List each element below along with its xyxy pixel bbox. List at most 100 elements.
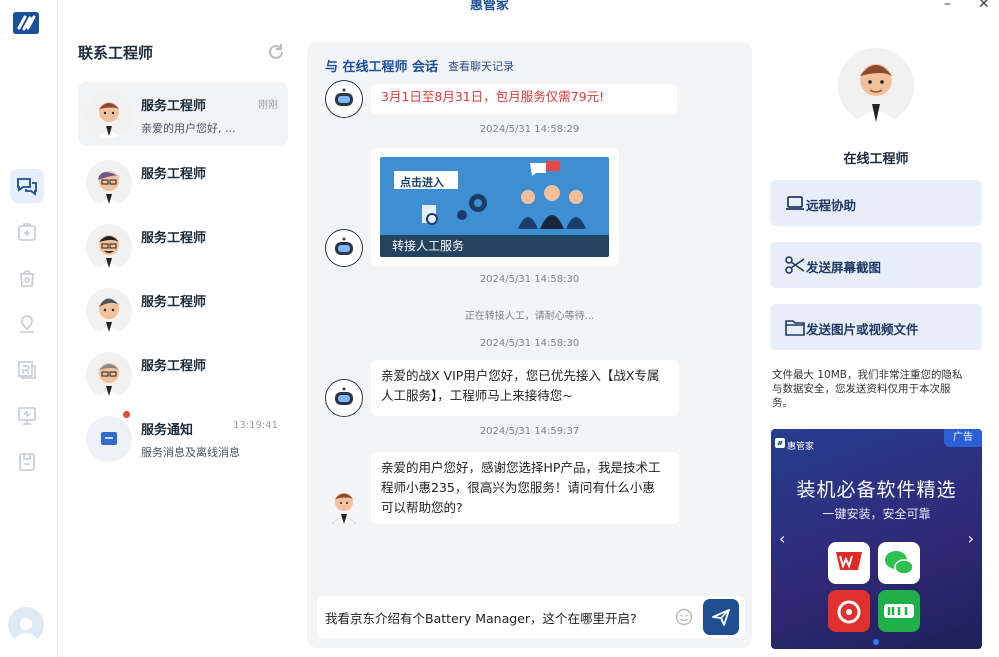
- save-icon: [19, 453, 35, 471]
- contact-item[interactable]: 服务工程师: [78, 214, 288, 278]
- scissors-icon: [785, 256, 805, 274]
- robot-icon: [335, 88, 353, 106]
- contact-item[interactable]: 服务工程师: [78, 150, 288, 214]
- send-file-button[interactable]: 发送图片或视频文件: [770, 304, 982, 350]
- contact-name: 服务通知: [141, 423, 194, 438]
- app-title: 惠管家: [470, 0, 510, 13]
- send-screenshot-button[interactable]: 发送屏幕截图: [770, 242, 982, 288]
- rail-monitor-button[interactable]: [10, 399, 44, 433]
- left-rail: [0, 0, 58, 657]
- privacy-note-line: 与数据安全，您发送资料仅用于本次服: [772, 383, 951, 395]
- contact-preview: 亲爱的用户您好, ...: [141, 122, 236, 135]
- rail-repair-button[interactable]: [10, 215, 44, 249]
- remote-assist-button[interactable]: 远程协助: [770, 180, 982, 226]
- ad-banner[interactable]: 广告 惠管家 装机必备软件精选 一键安装，安全可靠 ‹ ›: [771, 429, 982, 649]
- register-icon: [18, 361, 36, 379]
- privacy-note-line: 务。: [772, 397, 793, 409]
- chat-icon: [17, 178, 37, 196]
- engineer-avatar: [86, 160, 132, 206]
- bot-avatar: [325, 379, 363, 417]
- vip-message-line: 亲爱的战X VIP用户您好，您已优先接入【战X专属: [381, 368, 660, 383]
- engineer-message-line: 可以帮助您的?: [381, 500, 463, 515]
- send-button[interactable]: [703, 599, 739, 635]
- rail-chat-button[interactable]: [10, 169, 44, 203]
- message-timestamp: 2024/5/31 14:59:37: [479, 426, 580, 437]
- medkit-icon: [18, 223, 36, 241]
- message-icon: [101, 432, 117, 445]
- chat-panel: 与 在线工程师 会话 查看聊天记录 3月1日至8月31日，包月服务仅需79元! …: [307, 42, 752, 648]
- transfer-banner[interactable]: 点击进入 转接人工服务: [380, 157, 609, 257]
- message-timestamp: 2024/5/31 14:58:30: [479, 274, 580, 285]
- brand-logo-icon: [775, 438, 785, 448]
- contact-item[interactable]: 服务工程师 刚刚 亲爱的用户您好, ...: [78, 82, 288, 146]
- ad-subhead: 一键安装，安全可靠: [822, 507, 931, 521]
- wechat-icon: [878, 542, 920, 584]
- send-file-label: 发送图片或视频文件: [806, 322, 919, 337]
- send-icon: [712, 609, 730, 626]
- bot-avatar: [325, 80, 363, 118]
- contact-name: 服务工程师: [141, 167, 207, 182]
- transfer-card[interactable]: 点击进入 转接人工服务: [371, 148, 619, 266]
- message-composer: [317, 596, 745, 638]
- vip-message: 亲爱的战X VIP用户您好，您已优先接入【战X专属 人工服务】，工程师马上来接待…: [371, 360, 679, 416]
- contacts-title: 联系工程师: [78, 44, 154, 62]
- rail-shop-button[interactable]: [10, 261, 44, 295]
- robot-icon: [335, 237, 353, 255]
- message-timestamp: 2024/5/31 14:58:30: [479, 338, 580, 349]
- engineer-avatar: [86, 92, 132, 138]
- app-logo-icon: [13, 12, 39, 34]
- bag-icon: [20, 270, 34, 287]
- vip-message-line: 人工服务】，工程师马上来接待您~: [381, 388, 573, 403]
- privacy-note: 文件最大 10MB，我们非常注重您的隐私 与数据安全，您发送资料仅用于本次服 务…: [772, 368, 984, 410]
- engineer-message: 亲爱的用户您好，感谢您选择HP产品，我是技术工 程师小惠235，很高兴为您服务！…: [371, 452, 679, 524]
- notification-avatar: [86, 416, 132, 462]
- folder-icon: [785, 320, 805, 336]
- chat-title: 与 在线工程师 会话: [325, 60, 439, 75]
- history-link[interactable]: 查看聊天记录: [448, 58, 514, 74]
- minimize-button[interactable]: –: [944, 0, 951, 12]
- contact-time: 刚刚: [258, 100, 278, 111]
- privacy-note-line: 文件最大 10MB，我们非常注重您的隐私: [772, 369, 963, 381]
- contact-item[interactable]: 服务工程师: [78, 342, 288, 406]
- netease-music-icon: [828, 590, 870, 632]
- ad-next-arrow[interactable]: ›: [968, 529, 974, 548]
- unread-badge: [122, 410, 131, 419]
- engineer-avatar: [86, 224, 132, 270]
- message-timestamp: 2024/5/31 14:58:29: [479, 124, 580, 135]
- ad-prev-arrow[interactable]: ‹: [779, 529, 785, 548]
- banner-caption: 转接人工服务: [380, 235, 609, 257]
- contact-item[interactable]: 服务工程师: [78, 278, 288, 342]
- title-bar: 惠管家 – ✕: [0, 0, 999, 14]
- user-avatar[interactable]: [8, 607, 44, 643]
- engineer-large-avatar: [838, 48, 914, 124]
- robot-icon: [335, 387, 353, 405]
- contact-name: 服务工程师: [141, 231, 207, 246]
- emoji-icon[interactable]: [675, 608, 693, 626]
- rail-register-button[interactable]: [10, 353, 44, 387]
- iqiyi-icon: [878, 590, 920, 632]
- engineer-name: 在线工程师: [843, 152, 909, 167]
- chat-header: 与 在线工程师 会话 查看聊天记录: [307, 42, 752, 86]
- contact-name: 服务工程师: [141, 99, 207, 114]
- contact-time: 13:19:41: [233, 420, 278, 431]
- notification-item[interactable]: 服务通知 13:19:41 服务消息及离线消息: [78, 406, 288, 470]
- contact-name: 服务工程师: [141, 295, 207, 310]
- engineer-avatar: [327, 486, 361, 525]
- laptop-icon: [786, 196, 804, 210]
- rail-location-button[interactable]: [10, 307, 44, 341]
- contact-name: 服务工程师: [141, 359, 207, 374]
- carousel-dot[interactable]: [873, 639, 879, 645]
- monitor-icon: [18, 407, 36, 425]
- engineer-panel: 在线工程师 远程协助 发送屏幕截图 发送图片或视频文件 文件最大 10MB，我们…: [760, 38, 992, 650]
- ad-headline: 装机必备软件精选: [796, 479, 957, 501]
- message-input[interactable]: [325, 606, 675, 628]
- ad-tag: 广告: [944, 429, 982, 447]
- engineer-message-line: 程师小惠235，很高兴为您服务！请问有什么小惠: [381, 480, 655, 495]
- ad-brand: 惠管家: [787, 442, 815, 452]
- system-notice: 正在转接人工，请耐心等待...: [464, 311, 595, 322]
- close-button[interactable]: ✕: [978, 0, 990, 12]
- contacts-panel: 联系工程师 服务工程师 刚刚 亲爱的用户您好, ... 服务工程师 服务工程师 …: [70, 38, 292, 648]
- location-icon: [20, 315, 34, 333]
- refresh-icon[interactable]: [266, 42, 286, 62]
- rail-save-button[interactable]: [10, 445, 44, 479]
